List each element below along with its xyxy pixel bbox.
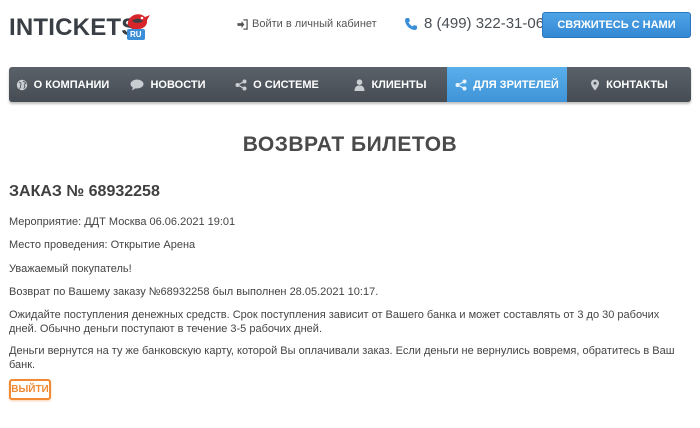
nav-item-viewers[interactable]: ДЛЯ ЗРИТЕЛЕЙ <box>447 67 567 102</box>
login-icon <box>237 18 248 30</box>
phone-text: 8 (499) 322-31-06 <box>424 15 545 32</box>
share-icon <box>235 79 247 90</box>
venue-info: Место проведения: Открытие Арена <box>9 239 196 251</box>
nav-label: О КОМПАНИИ <box>33 78 110 91</box>
wait-info-text: Ожидайте поступления денежных средств. С… <box>9 309 660 335</box>
card-info-text: Деньги вернутся на ту же банковскую карт… <box>9 345 675 371</box>
page-title: ВОЗВРАТ БИЛЕТОВ <box>242 133 458 156</box>
contact-us-button[interactable]: СВЯЖИТЕСЬ С НАМИ <box>542 12 691 38</box>
logo[interactable]: INTICKETS RU <box>9 12 150 44</box>
phone-icon <box>405 17 417 30</box>
event-info: Мероприятие: ДДТ Москва 06.06.2021 19:01 <box>9 216 236 228</box>
nav-item-about[interactable]: О КОМПАНИИ <box>9 67 116 102</box>
chat-icon <box>130 79 144 90</box>
login-link[interactable]: Войти в личный кабинет <box>237 18 377 30</box>
nav-item-contacts[interactable]: КОНТАКТЫ <box>567 67 691 102</box>
nav-label: ДЛЯ ЗРИТЕЛЕЙ <box>473 78 559 91</box>
nav-item-news[interactable]: НОВОСТИ <box>116 67 220 102</box>
logo-tld-badge: RU <box>127 29 145 40</box>
map-pin-icon <box>591 79 600 90</box>
logout-button[interactable]: ВЫЙТИ <box>9 379 51 400</box>
phone-number[interactable]: 8 (499) 322-31-06 <box>404 15 544 32</box>
nav-label: КЛИЕНТЫ <box>371 78 427 91</box>
nav-label: КОНТАКТЫ <box>606 78 668 91</box>
share-icon <box>455 79 467 90</box>
refund-status-text: Возврат по Вашему заказу №68932258 был в… <box>9 286 379 298</box>
main-nav: О КОМПАНИИ НОВОСТИ О СИСТЕМЕ КЛИЕНТЫ ДЛЯ… <box>9 67 691 102</box>
nav-item-clients[interactable]: КЛИЕНТЫ <box>334 67 447 102</box>
nav-label: НОВОСТИ <box>150 78 206 91</box>
greeting-text: Уважаемый покупатель! <box>9 263 132 275</box>
order-title: ЗАКАЗ № 68932258 <box>9 183 160 200</box>
site-header: INTICKETS RU Войти в личный кабинет 8 (4… <box>0 0 700 60</box>
nav-item-system[interactable]: О СИСТЕМЕ <box>220 67 334 102</box>
logo-text: INTICKETS <box>9 14 138 41</box>
user-icon <box>354 78 365 91</box>
nav-label: О СИСТЕМЕ <box>253 78 319 91</box>
globe-icon <box>16 79 27 90</box>
login-label: Войти в личный кабинет <box>252 18 377 30</box>
